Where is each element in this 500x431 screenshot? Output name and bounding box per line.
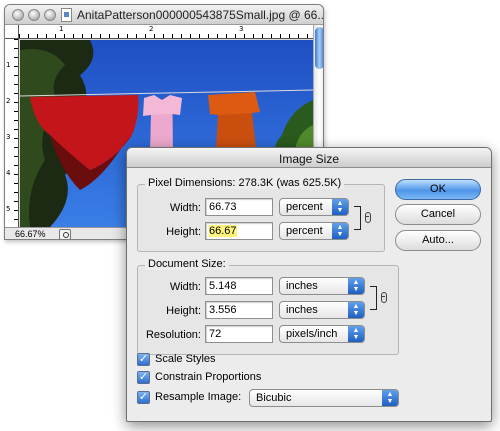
pixel-width-label: Width:: [169, 202, 201, 214]
pixel-height-label: Height:: [166, 226, 201, 238]
ruler-number: 1: [6, 61, 11, 69]
pixel-dimensions-size: 278.3K (was 625.5K): [238, 177, 342, 189]
pixel-dimensions-group: [137, 184, 385, 252]
horizontal-ruler[interactable]: 1 2 3: [19, 25, 313, 39]
ruler-number: 3: [6, 133, 11, 141]
doc-width-unit-select[interactable]: inches ▲ ▼: [279, 277, 365, 295]
constrain-bracket: [354, 206, 361, 230]
doc-width-input[interactable]: 5.148: [205, 277, 273, 295]
popup-arrows-icon: ▲ ▼: [348, 302, 364, 318]
scale-styles-checkbox-row[interactable]: ✓ Scale Styles: [137, 352, 287, 368]
pixel-width-value: 66.73: [209, 201, 237, 213]
pixel-height-unit-select[interactable]: percent ▲ ▼: [279, 222, 349, 240]
ruler-number: 2: [149, 25, 154, 33]
constrain-proportions-checkbox[interactable]: ✓: [137, 371, 150, 384]
constrain-proportions-checkbox-row[interactable]: ✓ Constrain Proportions: [137, 370, 287, 386]
resolution-input[interactable]: 72: [205, 325, 273, 343]
document-size-label: Document Size:: [145, 258, 229, 270]
minimize-window-icon[interactable]: [28, 9, 40, 21]
popup-arrows-icon: ▲ ▼: [332, 223, 348, 239]
ruler-number: 5: [6, 205, 11, 213]
scale-styles-checkbox[interactable]: ✓: [137, 353, 150, 366]
image-size-dialog: Image Size Pixel Dimensions: 278.3K (was…: [126, 147, 492, 422]
resolution-label: Resolution:: [145, 329, 201, 341]
document-titlebar[interactable]: AnitaPatterson000000543875Small.jpg @ 66…: [5, 5, 323, 25]
doc-width-unit: inches: [286, 280, 318, 292]
pixel-dimensions-label: Pixel Dimensions: 278.3K (was 625.5K): [145, 177, 345, 189]
pixel-width-input[interactable]: 66.73: [205, 198, 273, 216]
dialog-title: Image Size: [278, 152, 340, 166]
popup-arrows-icon: ▲ ▼: [332, 199, 348, 215]
ruler-number: 3: [239, 25, 244, 33]
doc-height-input[interactable]: 3.556: [205, 301, 273, 319]
resolution-unit-select[interactable]: pixels/inch ▲ ▼: [279, 325, 365, 343]
vertical-ruler[interactable]: 1 2 3 4 5: [5, 39, 19, 227]
resample-method: Bicubic: [256, 392, 292, 404]
pixel-width-unit-select[interactable]: percent ▲ ▼: [279, 198, 349, 216]
doc-height-value: 3.556: [209, 304, 237, 316]
image-file-icon: [61, 8, 72, 22]
doc-width-value: 5.148: [209, 280, 237, 292]
popup-arrows-icon: ▲ ▼: [348, 278, 364, 294]
popup-arrows-icon: ▲ ▼: [382, 390, 398, 406]
scale-styles-label[interactable]: Scale Styles: [155, 353, 216, 365]
ok-button[interactable]: OK: [395, 179, 481, 200]
close-window-icon[interactable]: [12, 9, 24, 21]
pixel-width-unit: percent: [286, 201, 323, 213]
auto-button[interactable]: Auto...: [395, 230, 481, 251]
ruler-number: 2: [6, 97, 11, 105]
zoom-level[interactable]: 66.67%: [15, 229, 46, 239]
chain-link-icon: [381, 292, 387, 303]
pixel-dimensions-title: Pixel Dimensions:: [148, 177, 236, 189]
doc-height-label: Height:: [166, 305, 201, 317]
ruler-number: 1: [59, 25, 64, 33]
scrollbar-thumb[interactable]: [315, 27, 323, 69]
popup-arrows-icon: ▲ ▼: [348, 326, 364, 342]
document-title: AnitaPatterson000000543875Small.jpg @ 66…: [77, 8, 324, 22]
doc-height-unit: inches: [286, 304, 318, 316]
pixel-height-input[interactable]: 66.67: [205, 222, 273, 240]
pixel-height-unit: percent: [286, 225, 323, 237]
zoom-window-icon[interactable]: [44, 9, 56, 21]
pixel-height-value: 66.67: [209, 225, 237, 237]
ruler-number: 4: [6, 169, 11, 177]
constrain-bracket: [370, 286, 377, 310]
resample-image-checkbox[interactable]: ✓: [137, 391, 150, 404]
doc-width-label: Width:: [169, 281, 201, 293]
status-menu-icon[interactable]: [59, 229, 71, 239]
chain-link-icon: [365, 212, 371, 223]
cancel-button[interactable]: Cancel: [395, 204, 481, 225]
resolution-value: 72: [209, 328, 222, 340]
resolution-unit: pixels/inch: [286, 328, 338, 340]
resample-image-checkbox-row[interactable]: ✓ Resample Image:: [137, 390, 241, 406]
ruler-origin[interactable]: [5, 25, 19, 39]
doc-height-unit-select[interactable]: inches ▲ ▼: [279, 301, 365, 319]
resample-image-label[interactable]: Resample Image:: [155, 391, 241, 403]
constrain-proportions-label[interactable]: Constrain Proportions: [155, 371, 261, 383]
resample-method-select[interactable]: Bicubic ▲ ▼: [249, 389, 399, 407]
dialog-titlebar[interactable]: Image Size: [127, 148, 491, 168]
